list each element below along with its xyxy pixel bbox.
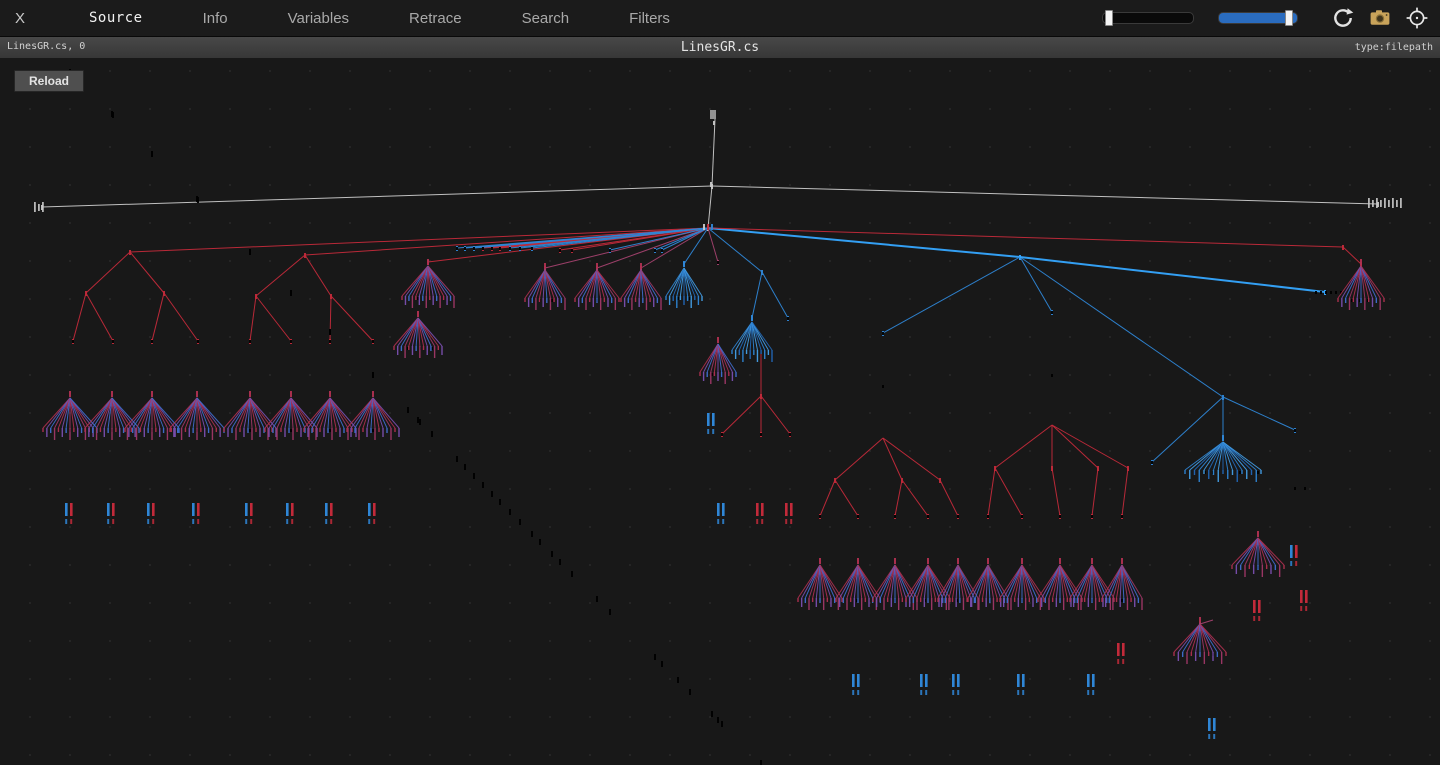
main-toolbar: X Source Info Variables Retrace Search F… — [0, 0, 1440, 37]
tab-search[interactable]: Search — [492, 1, 600, 36]
tab-source[interactable]: Source — [59, 1, 173, 35]
crosshair-icon[interactable] — [1406, 7, 1428, 29]
toolbar-tabs: Source Info Variables Retrace Search Fil… — [59, 1, 700, 36]
close-button[interactable]: X — [15, 10, 37, 27]
file-type-label: type:filepath — [1355, 42, 1433, 53]
tab-retrace[interactable]: Retrace — [379, 1, 492, 36]
trace-canvas[interactable] — [0, 0, 1440, 765]
slider-group — [1102, 12, 1298, 24]
slider-handle[interactable] — [1105, 10, 1113, 26]
refresh-icon[interactable] — [1332, 7, 1354, 29]
file-statusbar: LinesGR.cs, 0 LinesGR.cs type:filepath — [0, 37, 1440, 58]
file-title: LinesGR.cs — [0, 40, 1440, 55]
camera-icon[interactable] — [1369, 7, 1391, 29]
toolbar-icons — [1332, 7, 1428, 29]
tab-variables[interactable]: Variables — [258, 1, 379, 36]
tab-info[interactable]: Info — [173, 1, 258, 36]
tab-filters[interactable]: Filters — [599, 1, 700, 36]
reload-button[interactable]: Reload — [14, 70, 84, 92]
slider-handle[interactable] — [1285, 10, 1293, 26]
trace-tree-graph[interactable] — [0, 0, 1440, 765]
zoom-slider-2[interactable] — [1218, 12, 1298, 24]
zoom-slider-1[interactable] — [1102, 12, 1194, 24]
